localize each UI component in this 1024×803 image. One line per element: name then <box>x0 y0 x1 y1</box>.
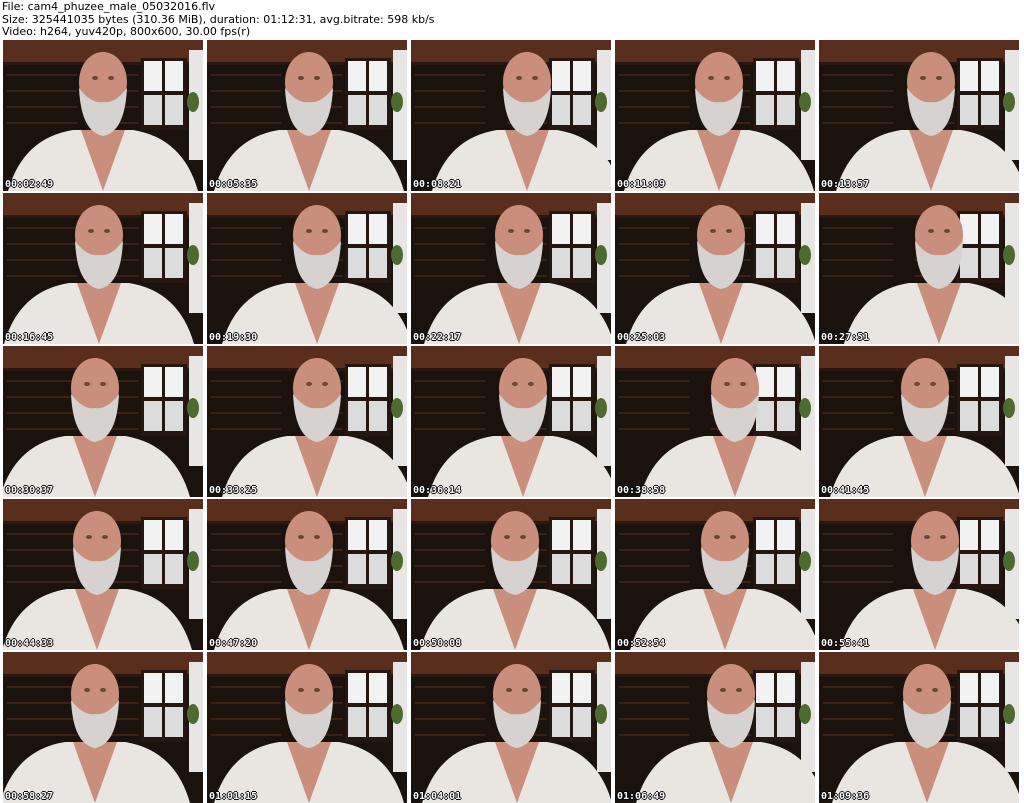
frame-timestamp: 00:58:27 <box>5 791 54 802</box>
frame-timestamp: 00:50:08 <box>413 638 462 649</box>
frame-timestamp: 01:04:01 <box>413 791 462 802</box>
video-frame-thumbnail: 00:11:09 <box>615 40 815 191</box>
video-frame-thumbnail: 01:01:15 <box>207 652 407 803</box>
video-frame-thumbnail: 00:16:45 <box>3 193 203 344</box>
video-frame-thumbnail: 01:04:01 <box>411 652 611 803</box>
frame-image <box>615 499 815 650</box>
video-frame-thumbnail: 00:52:54 <box>615 499 815 650</box>
video-frame-thumbnail: 00:36:14 <box>411 346 611 497</box>
frame-image <box>3 346 203 497</box>
video-frame-thumbnail: 00:38:58 <box>615 346 815 497</box>
video-frame-thumbnail: 00:27:51 <box>819 193 1019 344</box>
video-frame-thumbnail: 00:25:03 <box>615 193 815 344</box>
video-frame-thumbnail: 00:30:37 <box>3 346 203 497</box>
frame-image <box>411 499 611 650</box>
frame-timestamp: 00:55:41 <box>821 638 870 649</box>
video-frame-thumbnail: 00:22:17 <box>411 193 611 344</box>
frame-timestamp: 01:01:15 <box>209 791 258 802</box>
video-frame-thumbnail: 01:09:36 <box>819 652 1019 803</box>
frame-image <box>207 652 407 803</box>
file-name-line: File: cam4_phuzee_male_05032016.flv <box>2 0 216 13</box>
frame-image <box>3 499 203 650</box>
frame-image <box>819 652 1019 803</box>
frame-timestamp: 01:09:36 <box>821 791 870 802</box>
frame-image <box>615 346 815 497</box>
frame-timestamp: 00:16:45 <box>5 332 54 343</box>
frame-timestamp: 00:13:57 <box>821 179 870 190</box>
frame-image <box>3 652 203 803</box>
video-frame-thumbnail: 00:02:49 <box>3 40 203 191</box>
video-frame-thumbnail: 00:13:57 <box>819 40 1019 191</box>
video-frame-thumbnail: 00:41:45 <box>819 346 1019 497</box>
frame-image <box>819 346 1019 497</box>
video-frame-thumbnail: 01:06:49 <box>615 652 815 803</box>
frame-timestamp: 00:41:45 <box>821 485 870 496</box>
frame-image <box>411 40 611 191</box>
frame-timestamp: 00:44:33 <box>5 638 54 649</box>
video-frame-thumbnail: 00:55:41 <box>819 499 1019 650</box>
frame-timestamp: 00:47:20 <box>209 638 258 649</box>
frame-image <box>411 193 611 344</box>
frame-timestamp: 00:08:21 <box>413 179 462 190</box>
frame-timestamp: 00:05:35 <box>209 179 258 190</box>
frame-image <box>819 193 1019 344</box>
video-frame-thumbnail: 00:19:30 <box>207 193 407 344</box>
video-frame-thumbnail: 00:47:20 <box>207 499 407 650</box>
video-frame-thumbnail: 00:58:27 <box>3 652 203 803</box>
video-frame-thumbnail: 00:44:33 <box>3 499 203 650</box>
file-info-header: File: cam4_phuzee_male_05032016.flv Size… <box>2 0 1022 39</box>
frame-image <box>3 193 203 344</box>
frame-image <box>615 193 815 344</box>
frame-timestamp: 01:06:49 <box>617 791 666 802</box>
frame-image <box>207 499 407 650</box>
frame-image <box>615 40 815 191</box>
frame-image <box>411 652 611 803</box>
frame-image <box>819 499 1019 650</box>
video-frame-thumbnail: 00:05:35 <box>207 40 407 191</box>
frame-image <box>207 346 407 497</box>
frame-timestamp: 00:30:37 <box>5 485 54 496</box>
frame-image <box>207 40 407 191</box>
frame-timestamp: 00:52:54 <box>617 638 666 649</box>
frame-timestamp: 00:22:17 <box>413 332 462 343</box>
frame-timestamp: 00:38:58 <box>617 485 666 496</box>
frame-timestamp: 00:02:49 <box>5 179 54 190</box>
thumbnail-grid: 00:02:49 00:05:35 00:08:21 00:11:09 00:13:57… <box>0 40 1024 803</box>
frame-timestamp: 00:36:14 <box>413 485 462 496</box>
frame-image <box>3 40 203 191</box>
video-frame-thumbnail: 00:50:08 <box>411 499 611 650</box>
frame-image <box>411 346 611 497</box>
frame-timestamp: 00:25:03 <box>617 332 666 343</box>
video-frame-thumbnail: 00:08:21 <box>411 40 611 191</box>
video-frame-thumbnail: 00:33:25 <box>207 346 407 497</box>
frame-image <box>615 652 815 803</box>
frame-timestamp: 00:33:25 <box>209 485 258 496</box>
frame-timestamp: 00:27:51 <box>821 332 870 343</box>
frame-timestamp: 00:11:09 <box>617 179 666 190</box>
frame-image <box>819 40 1019 191</box>
frame-timestamp: 00:19:30 <box>209 332 258 343</box>
frame-image <box>207 193 407 344</box>
video-info-line: Video: h264, yuv420p, 800x600, 30.00 fps… <box>2 25 251 38</box>
